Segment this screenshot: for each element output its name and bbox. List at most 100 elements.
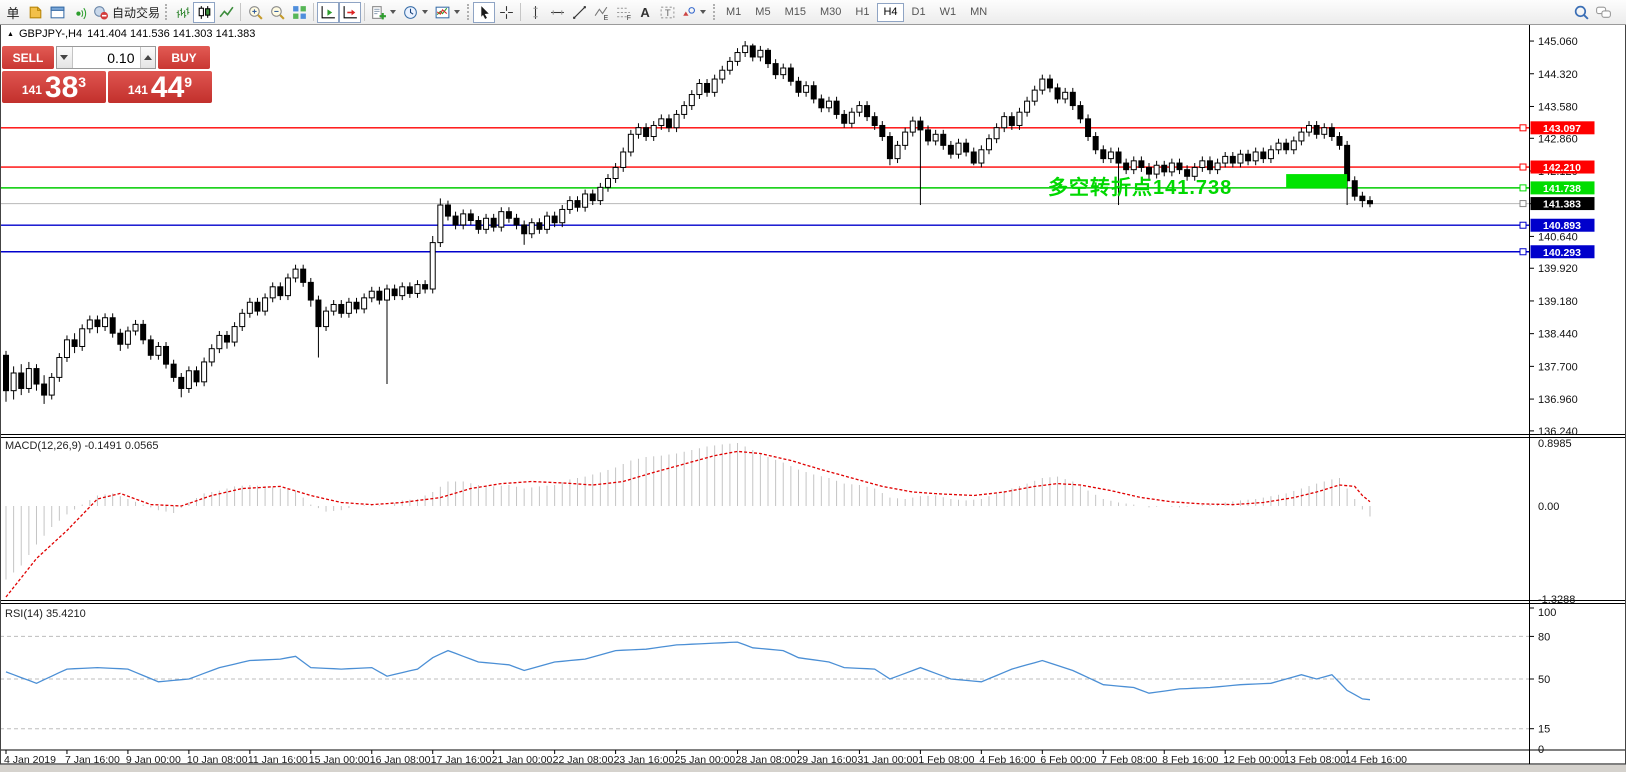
line-chart-icon[interactable] [215, 2, 237, 23]
vertical-line-icon[interactable] [524, 2, 546, 23]
auto-trading-button[interactable]: 自动交易 [90, 2, 162, 23]
signals-icon[interactable] [68, 2, 90, 23]
dropdown-arrow-icon[interactable] [422, 10, 428, 14]
candle-body [255, 302, 260, 311]
buy-price-box[interactable]: 141 44 9 [108, 71, 212, 103]
icon-art [196, 4, 213, 21]
level-line-handle[interactable] [1520, 164, 1526, 170]
candle-body [194, 371, 199, 382]
candlestick-chart-icon[interactable] [193, 2, 215, 23]
chart-window-icon[interactable] [46, 2, 68, 23]
price-level-badge-text: 140.893 [1543, 220, 1581, 232]
toolbar-separator [520, 3, 521, 21]
timeframe-m15[interactable]: M15 [779, 3, 812, 22]
tile-windows-icon[interactable] [288, 2, 310, 23]
timeframe-h4[interactable]: H4 [877, 3, 903, 22]
search-icon[interactable] [1570, 2, 1592, 23]
trendline-icon[interactable] [568, 2, 590, 23]
sell-price-box[interactable]: 141 38 3 [2, 71, 106, 103]
candle-body [766, 50, 771, 63]
icon-art [1573, 4, 1590, 21]
level-line-handle[interactable] [1520, 249, 1526, 255]
candle-body [918, 121, 923, 130]
candle-body [1215, 163, 1220, 170]
level-line-handle[interactable] [1520, 222, 1526, 228]
candle-body [385, 289, 390, 300]
timeframe-m1[interactable]: M1 [720, 3, 747, 22]
chart-canvas[interactable]: MACD(12,26,9) -0.1491 0.0565RSI(14) 35.4… [0, 25, 1626, 772]
candle-body [179, 377, 184, 388]
dropdown-arrow-icon[interactable] [454, 10, 460, 14]
price-level-badge-text: 143.097 [1543, 123, 1581, 135]
collapse-arrow-icon[interactable]: ▲ [7, 31, 14, 38]
timeframe-w1[interactable]: W1 [934, 3, 963, 22]
dropdown-arrow-icon[interactable] [700, 10, 706, 14]
dropdown-arrow-icon[interactable] [390, 10, 396, 14]
text-label-icon[interactable]: T [656, 2, 678, 23]
price-level-badge-text: 140.293 [1543, 247, 1581, 259]
auto-scroll-icon[interactable] [317, 2, 339, 23]
bar-chart-icon[interactable] [171, 2, 193, 23]
level-line-handle[interactable] [1520, 125, 1526, 131]
macd-label: MACD(12,26,9) -0.1491 0.0565 [5, 440, 158, 452]
elliott-wave-icon[interactable]: E [590, 2, 612, 23]
timeframe-h1[interactable]: H1 [849, 3, 875, 22]
chart-shift-icon[interactable] [339, 2, 361, 23]
candle-body [575, 201, 580, 208]
price-tick-label: 136.240 [1538, 426, 1578, 438]
timeframe-m30[interactable]: M30 [814, 3, 847, 22]
chat-icon[interactable] [1592, 2, 1614, 23]
time-tick-label: 16 Jan 08:00 [370, 754, 431, 766]
cursor-icon[interactable] [473, 2, 495, 23]
candle-body [468, 214, 473, 221]
volume-input[interactable] [73, 47, 140, 68]
volume-increase-button[interactable] [140, 47, 156, 68]
candle-body [1070, 92, 1075, 105]
candle-body [1223, 156, 1228, 163]
level-line-handle[interactable] [1520, 185, 1526, 191]
candle-body [1360, 196, 1365, 200]
sell-button[interactable]: SELL [2, 46, 54, 69]
triangle-down-icon [60, 55, 68, 60]
fibonacci-icon[interactable]: F [612, 2, 634, 23]
price-level-badge-text: 141.738 [1543, 183, 1581, 195]
buy-button[interactable]: BUY [158, 46, 210, 69]
horizontal-line-icon[interactable] [546, 2, 568, 23]
candle-body [87, 320, 92, 329]
buy-price-sup: 9 [184, 74, 192, 90]
templates-icon[interactable] [432, 2, 464, 23]
timeframe-mn[interactable]: MN [964, 3, 993, 22]
timeframe-m5[interactable]: M5 [749, 3, 776, 22]
candle-body [339, 304, 344, 313]
candle-body [484, 218, 489, 229]
chart-annotation-text: 多空转折点141.738 [1048, 171, 1232, 200]
candle-body [103, 318, 108, 327]
candle-body [941, 134, 946, 145]
new-order-icon[interactable] [368, 2, 400, 23]
level-line-handle[interactable] [1520, 201, 1526, 207]
arrows-tool-icon[interactable] [678, 2, 710, 23]
candle-body [278, 287, 283, 296]
candle-body [1055, 88, 1060, 99]
price-tick-label: 139.180 [1538, 296, 1578, 308]
volume-decrease-button[interactable] [57, 47, 73, 68]
candle-body [240, 313, 245, 326]
timeframe-d1[interactable]: D1 [906, 3, 932, 22]
text-tool-icon[interactable]: A [634, 2, 656, 23]
candle-body [522, 225, 527, 234]
green-rectangle-object[interactable] [1286, 174, 1347, 188]
one-click-trading-panel: SELL BUY 141 38 3 141 44 9 [2, 46, 212, 103]
order-book-icon[interactable] [24, 2, 46, 23]
periods-icon[interactable] [400, 2, 432, 23]
zoom-out-icon[interactable] [266, 2, 288, 23]
price-tick-label: 136.960 [1538, 394, 1578, 406]
trade-panel-row2: 141 38 3 141 44 9 [2, 71, 212, 103]
candle-body [590, 194, 595, 201]
clipped-order-label[interactable]: 单 [2, 2, 24, 23]
candle-body [788, 68, 793, 81]
zoom-in-icon[interactable] [244, 2, 266, 23]
candle-body [171, 364, 176, 377]
rsi-tick-label: 15 [1538, 724, 1550, 736]
candle-body [659, 119, 664, 126]
crosshair-icon[interactable] [495, 2, 517, 23]
